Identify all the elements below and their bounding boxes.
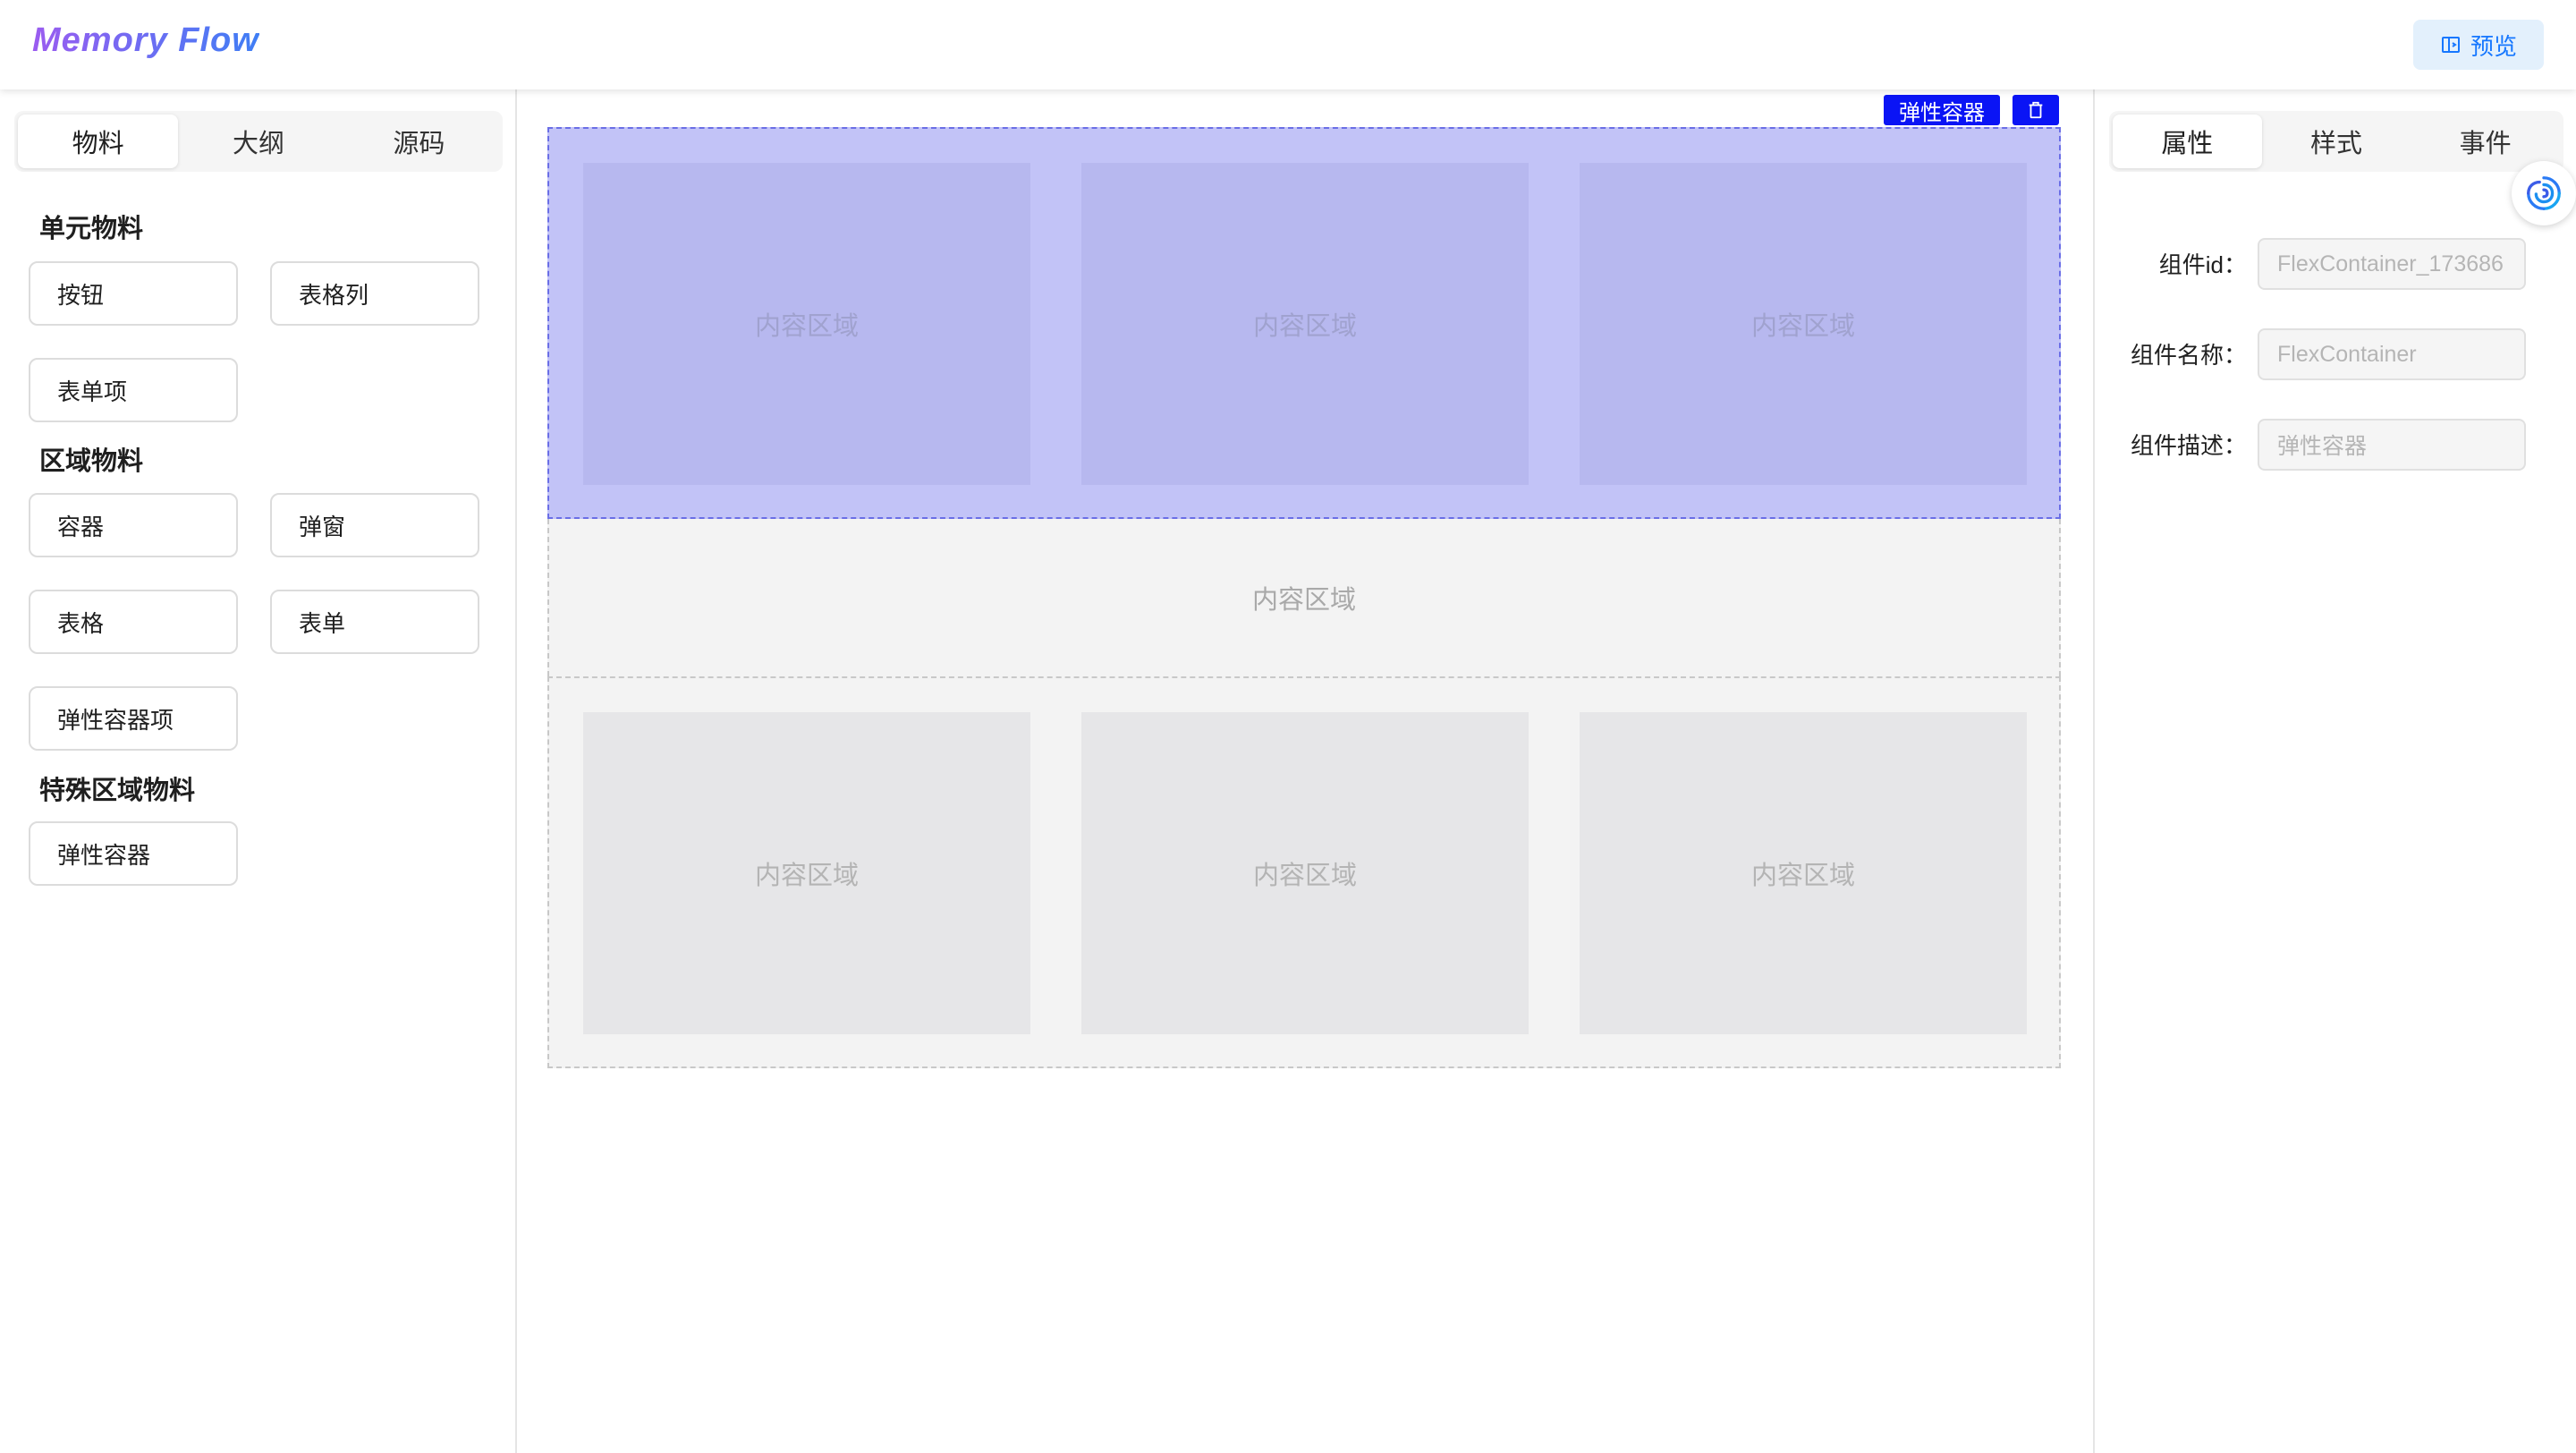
flex-container[interactable]: 内容区域 内容区域 内容区域 [547, 676, 2061, 1068]
material-container[interactable]: 容器 [29, 493, 238, 557]
app-header: Memory Flow 预览 [0, 0, 2576, 89]
preview-button[interactable]: 预览 [2413, 20, 2544, 70]
material-table-column[interactable]: 表格列 [270, 261, 479, 326]
component-id-field[interactable]: FlexContainer_173686 [2258, 238, 2526, 290]
prop-label-id: 组件id： [2158, 251, 2247, 278]
tab-styles[interactable]: 样式 [2262, 115, 2411, 168]
tab-properties[interactable]: 属性 [2113, 115, 2262, 168]
selection-label: 弹性容器 [1884, 95, 2000, 125]
content-cell[interactable]: 内容区域 [1081, 712, 1529, 1034]
flex-container-selected[interactable]: 内容区域 内容区域 内容区域 [547, 127, 2061, 519]
material-form[interactable]: 表单 [270, 590, 479, 654]
material-flex-container[interactable]: 弹性容器 [29, 821, 238, 886]
prop-label-name: 组件名称： [2130, 342, 2247, 369]
component-name-field[interactable]: FlexContainer [2258, 328, 2526, 380]
tab-materials[interactable]: 物料 [18, 115, 179, 168]
delete-button[interactable] [2012, 95, 2059, 125]
assistant-button[interactable] [2512, 161, 2576, 225]
material-table[interactable]: 表格 [29, 590, 238, 654]
material-form-item[interactable]: 表单项 [29, 358, 238, 422]
prop-label-desc: 组件描述： [2130, 432, 2247, 459]
section-title-region: 区域物料 [39, 447, 144, 476]
right-tab-bar: 属性 样式 事件 [2109, 111, 2563, 172]
material-button[interactable]: 按钮 [29, 261, 238, 326]
tab-events[interactable]: 事件 [2411, 115, 2560, 168]
swirl-icon [2527, 176, 2561, 210]
content-cell[interactable]: 内容区域 [1580, 163, 2027, 485]
section-title-unit: 单元物料 [39, 215, 144, 243]
content-cell[interactable]: 内容区域 [1580, 712, 2027, 1034]
tab-source[interactable]: 源码 [339, 115, 499, 168]
tab-outline[interactable]: 大纲 [178, 115, 338, 168]
material-flex-item[interactable]: 弹性容器项 [29, 686, 238, 751]
content-area[interactable]: 内容区域 [547, 519, 2061, 676]
app-logo: Memory Flow [32, 21, 259, 59]
content-cell[interactable]: 内容区域 [583, 712, 1030, 1034]
section-title-special: 特殊区域物料 [39, 777, 196, 805]
preview-label: 预览 [2470, 32, 2517, 60]
content-cell[interactable]: 内容区域 [583, 163, 1030, 485]
content-cell[interactable]: 内容区域 [1081, 163, 1529, 485]
preview-icon [2441, 37, 2460, 53]
material-modal[interactable]: 弹窗 [270, 493, 479, 557]
trash-icon [2029, 101, 2043, 119]
component-desc-field[interactable]: 弹性容器 [2258, 419, 2526, 471]
left-tab-bar: 物料 大纲 源码 [14, 111, 503, 172]
properties-panel: 属性 样式 事件 [2093, 89, 2576, 1453]
